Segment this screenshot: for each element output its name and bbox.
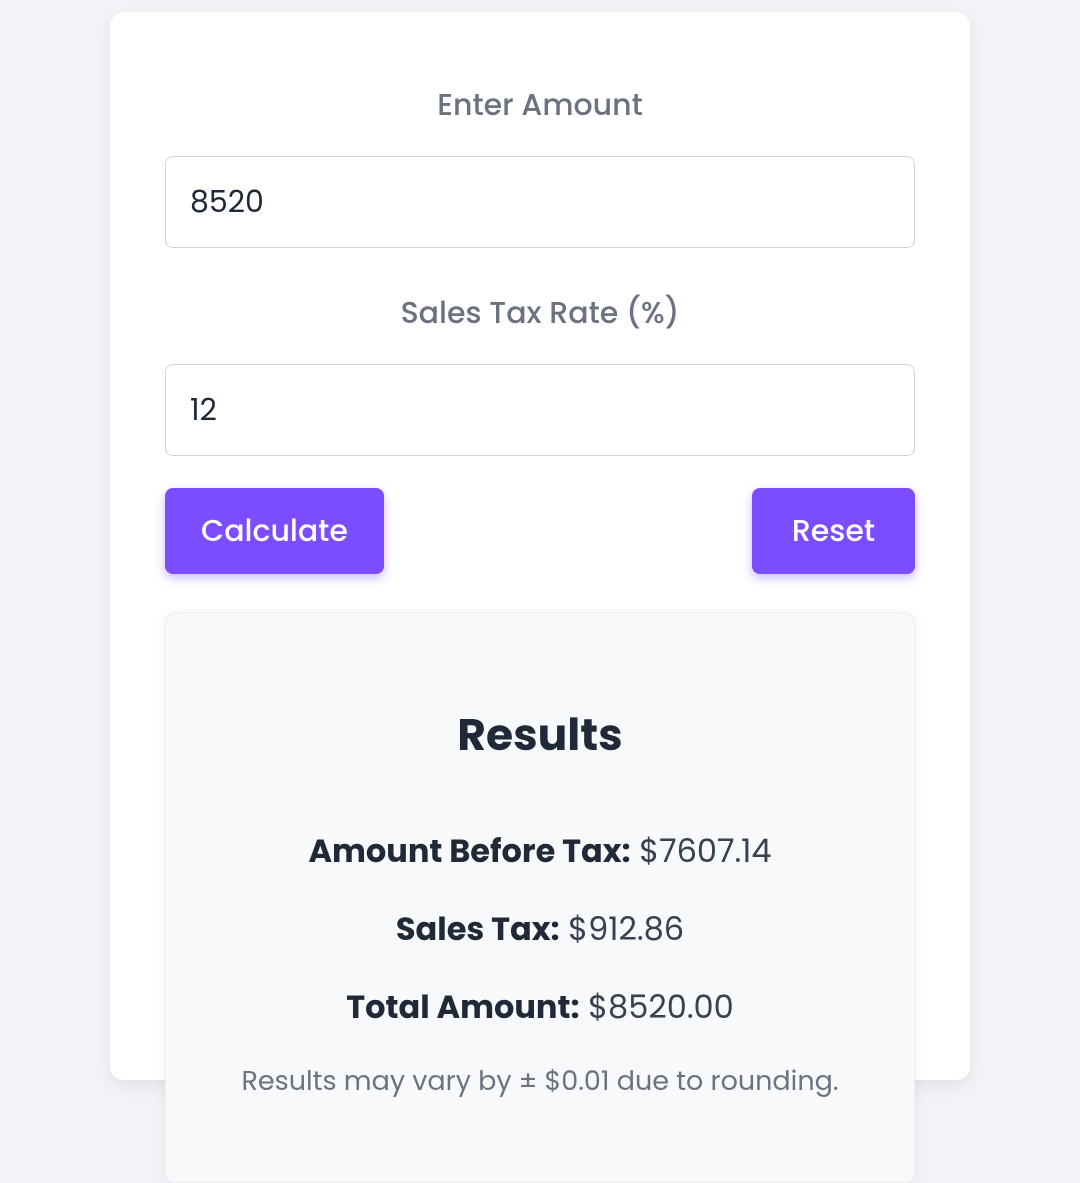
rate-label: Sales Tax Rate (%) [165, 290, 915, 336]
results-title: Results [206, 703, 874, 768]
total-amount-line: Total Amount: $8520.00 [206, 984, 874, 1032]
sales-tax-value: $912.86 [568, 907, 684, 952]
results-disclaimer: Results may vary by ± $0.01 due to round… [206, 1062, 874, 1102]
button-row: Calculate Reset [165, 488, 915, 574]
sales-tax-line: Sales Tax: $912.86 [206, 906, 874, 954]
sales-tax-label: Sales Tax: [396, 907, 560, 952]
amount-before-tax-value: $7607.14 [639, 829, 771, 874]
rate-input[interactable] [165, 364, 915, 456]
total-amount-value: $8520.00 [588, 985, 734, 1030]
calculate-button[interactable]: Calculate [165, 488, 384, 574]
total-amount-label: Total Amount: [346, 985, 579, 1030]
amount-input[interactable] [165, 156, 915, 248]
amount-before-tax-line: Amount Before Tax: $7607.14 [206, 828, 874, 876]
reset-button[interactable]: Reset [752, 488, 915, 574]
calculator-card: Enter Amount Sales Tax Rate (%) Calculat… [110, 12, 970, 1080]
amount-before-tax-label: Amount Before Tax: [308, 829, 630, 874]
results-card: Results Amount Before Tax: $7607.14 Sale… [165, 612, 915, 1183]
amount-label: Enter Amount [165, 82, 915, 128]
